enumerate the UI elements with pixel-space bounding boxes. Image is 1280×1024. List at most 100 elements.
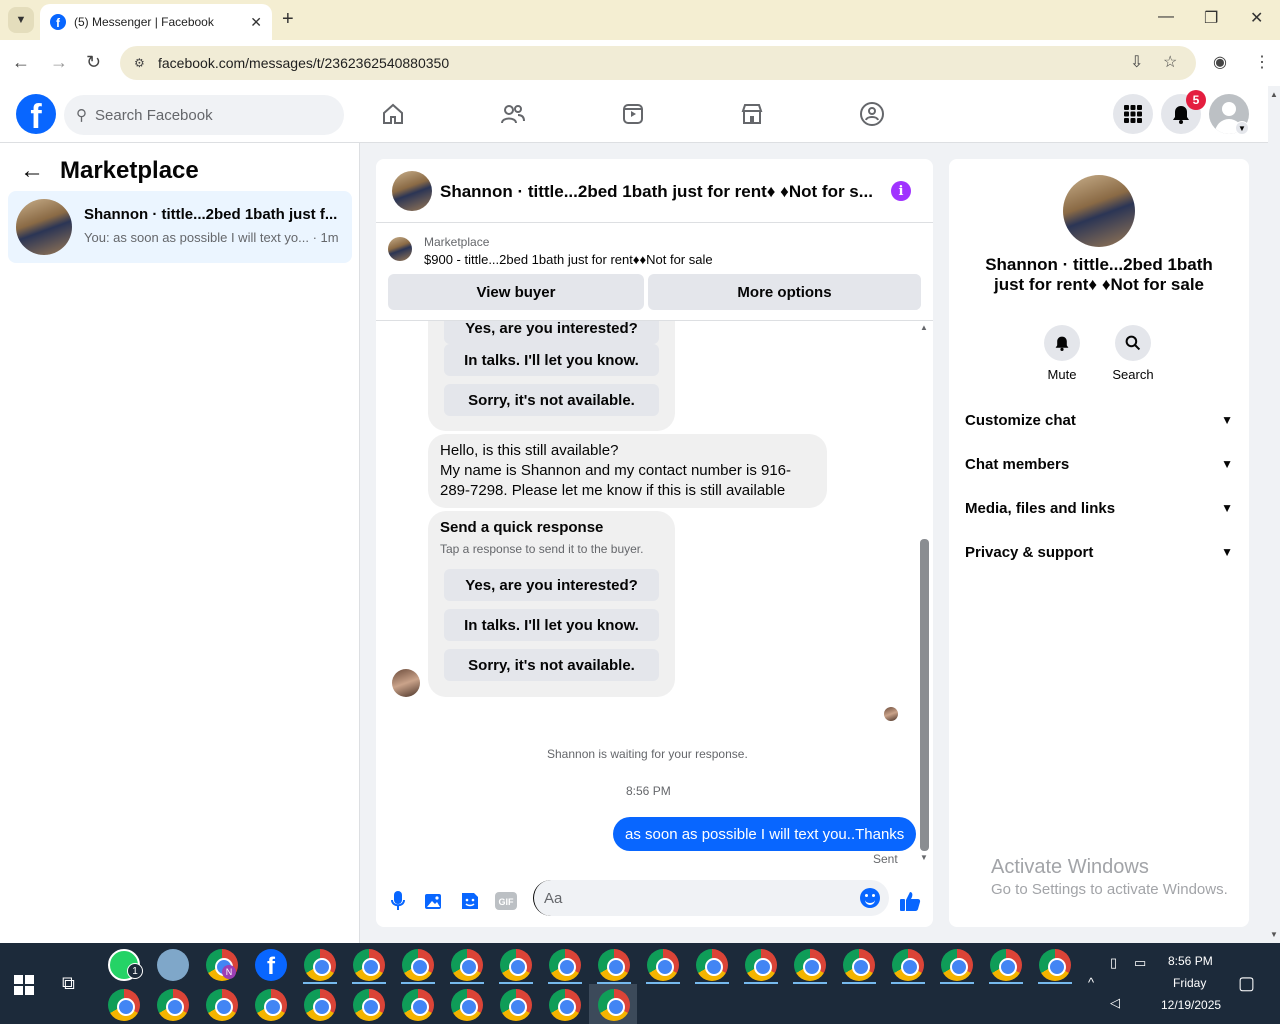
app-icon[interactable] — [157, 949, 189, 981]
groups-icon[interactable] — [858, 100, 886, 128]
scroll-down-icon[interactable]: ▼ — [1270, 930, 1278, 939]
chat-members-section[interactable]: Chat members ▼ — [965, 450, 1233, 478]
chrome-icon[interactable] — [206, 989, 238, 1021]
chrome-icon[interactable] — [255, 989, 287, 1021]
browser-tab[interactable]: f (5) Messenger | Facebook ✕ — [40, 4, 272, 40]
chevron-down-icon[interactable]: ▼ — [1235, 121, 1249, 135]
chrome-icon[interactable] — [549, 989, 581, 1021]
conversation-item[interactable]: Shannon · tittle...2bed 1bath just f... … — [8, 191, 352, 263]
clock-day[interactable]: Friday — [1173, 976, 1206, 990]
chrome-icon[interactable] — [1039, 949, 1071, 981]
chrome-icon[interactable] — [304, 989, 336, 1021]
chrome-icon[interactable] — [941, 949, 973, 981]
customize-chat-section[interactable]: Customize chat ▼ — [965, 406, 1233, 434]
chrome-icon[interactable] — [353, 949, 385, 981]
chrome-icon[interactable] — [353, 989, 385, 1021]
chrome-icon[interactable] — [745, 949, 777, 981]
more-options-button[interactable]: More options — [648, 274, 921, 310]
back-icon[interactable]: ← — [12, 52, 30, 73]
quick-reply-button[interactable]: Sorry, it's not available. — [444, 384, 659, 416]
page-scrollbar[interactable]: ▲ ▼ — [1268, 86, 1280, 943]
chrome-icon[interactable] — [402, 949, 434, 981]
quick-reply-button[interactable]: Yes, are you interested? — [444, 569, 659, 601]
back-arrow-icon[interactable]: ← — [20, 157, 44, 185]
notification-center-icon[interactable]: ▢ — [1238, 973, 1255, 994]
media-files-links-section[interactable]: Media, files and links ▼ — [965, 494, 1233, 522]
facebook-app-icon[interactable]: f — [255, 949, 287, 981]
chrome-icon[interactable] — [500, 949, 532, 981]
volume-icon[interactable]: ◁ — [1110, 995, 1120, 1011]
chrome-icon[interactable] — [794, 949, 826, 981]
task-view-icon[interactable]: ⧉ — [62, 973, 75, 994]
chrome-icon[interactable] — [990, 949, 1022, 981]
marketplace-icon[interactable] — [738, 100, 766, 128]
emoji-icon[interactable] — [860, 888, 880, 908]
close-window-icon[interactable]: ✕ — [1250, 8, 1263, 28]
chrome-icon[interactable] — [892, 949, 924, 981]
gif-icon[interactable]: GIF — [494, 889, 518, 913]
url-bar[interactable]: ⚙ facebook.com/messages/t/23623625408803… — [120, 46, 1196, 80]
menu-grid-icon[interactable] — [1113, 94, 1153, 134]
forward-icon[interactable]: → — [50, 52, 68, 73]
menu-icon[interactable]: ⋮ — [1254, 52, 1270, 72]
network-icon[interactable]: ▭ — [1134, 955, 1146, 971]
scroll-up-icon[interactable]: ▲ — [1270, 90, 1278, 99]
video-icon[interactable] — [619, 100, 647, 128]
chrome-icon[interactable] — [598, 949, 630, 981]
minimize-icon[interactable]: — — [1158, 8, 1174, 26]
view-buyer-button[interactable]: View buyer — [388, 274, 644, 310]
profile-icon[interactable]: ◉ — [1213, 52, 1227, 72]
friends-icon[interactable] — [499, 100, 527, 128]
site-info-icon[interactable]: ⚙ — [134, 56, 150, 70]
chat-title[interactable]: Shannon · tittle...2bed 1bath just for r… — [440, 182, 873, 202]
home-icon[interactable] — [379, 100, 407, 128]
close-tab-icon[interactable]: ✕ — [250, 14, 262, 31]
chrome-icon[interactable] — [402, 989, 434, 1021]
facebook-search-input[interactable]: ⚲ Search Facebook — [64, 95, 344, 135]
chrome-icon[interactable] — [598, 989, 630, 1021]
star-icon[interactable]: ☆ — [1163, 52, 1177, 72]
sticker-icon[interactable] — [458, 889, 482, 913]
chrome-icon[interactable] — [696, 949, 728, 981]
chrome-icon[interactable] — [304, 949, 336, 981]
chrome-icon[interactable] — [108, 989, 140, 1021]
listing-title[interactable]: $900 - tittle...2bed 1bath just for rent… — [424, 252, 713, 267]
clock-time[interactable]: 8:56 PM — [1168, 954, 1213, 968]
microphone-icon[interactable] — [386, 889, 410, 913]
chat-scrollbar[interactable]: ▲ ▼ — [920, 323, 929, 863]
chrome-icon[interactable] — [549, 949, 581, 981]
chrome-icon[interactable] — [647, 949, 679, 981]
clock-date[interactable]: 12/19/2025 — [1161, 998, 1221, 1012]
install-icon[interactable]: ⇩ — [1130, 52, 1143, 72]
windows-start-icon[interactable] — [14, 975, 34, 995]
photo-icon[interactable] — [422, 889, 446, 913]
new-tab-icon[interactable]: + — [282, 8, 294, 31]
privacy-support-section[interactable]: Privacy & support ▼ — [965, 538, 1233, 566]
chrome-icon[interactable] — [157, 989, 189, 1021]
scroll-up-icon[interactable]: ▲ — [920, 323, 928, 332]
scroll-down-icon[interactable]: ▼ — [920, 853, 928, 862]
message-input[interactable]: Aa — [533, 880, 889, 916]
show-hidden-icons-icon[interactable]: ^ — [1088, 975, 1094, 990]
buyer-avatar[interactable] — [392, 669, 420, 697]
quick-reply-button[interactable]: Sorry, it's not available. — [444, 649, 659, 681]
chrome-icon[interactable] — [451, 949, 483, 981]
facebook-logo-icon[interactable]: f — [16, 94, 56, 134]
chrome-icon[interactable] — [451, 989, 483, 1021]
quick-reply-button[interactable]: In talks. I'll let you know. — [444, 609, 659, 641]
quick-reply-button[interactable]: In talks. I'll let you know. — [444, 344, 659, 376]
scroll-thumb[interactable] — [920, 539, 929, 851]
chat-avatar[interactable] — [392, 171, 432, 211]
like-icon[interactable] — [898, 889, 922, 913]
device-icon[interactable]: ▯ — [1110, 955, 1117, 971]
info-icon[interactable]: i — [891, 181, 911, 201]
search-button[interactable]: Search — [1103, 325, 1163, 382]
restore-icon[interactable]: ❐ — [1204, 8, 1218, 28]
chrome-icon[interactable] — [843, 949, 875, 981]
quick-response-bubble: Send a quick response Tap a response to … — [428, 511, 675, 697]
tab-search-icon[interactable]: ▼ — [8, 7, 34, 33]
contact-avatar[interactable] — [1063, 175, 1135, 247]
reload-icon[interactable]: ↻ — [86, 52, 101, 73]
chrome-icon[interactable] — [500, 989, 532, 1021]
mute-button[interactable]: Mute — [1032, 325, 1092, 382]
